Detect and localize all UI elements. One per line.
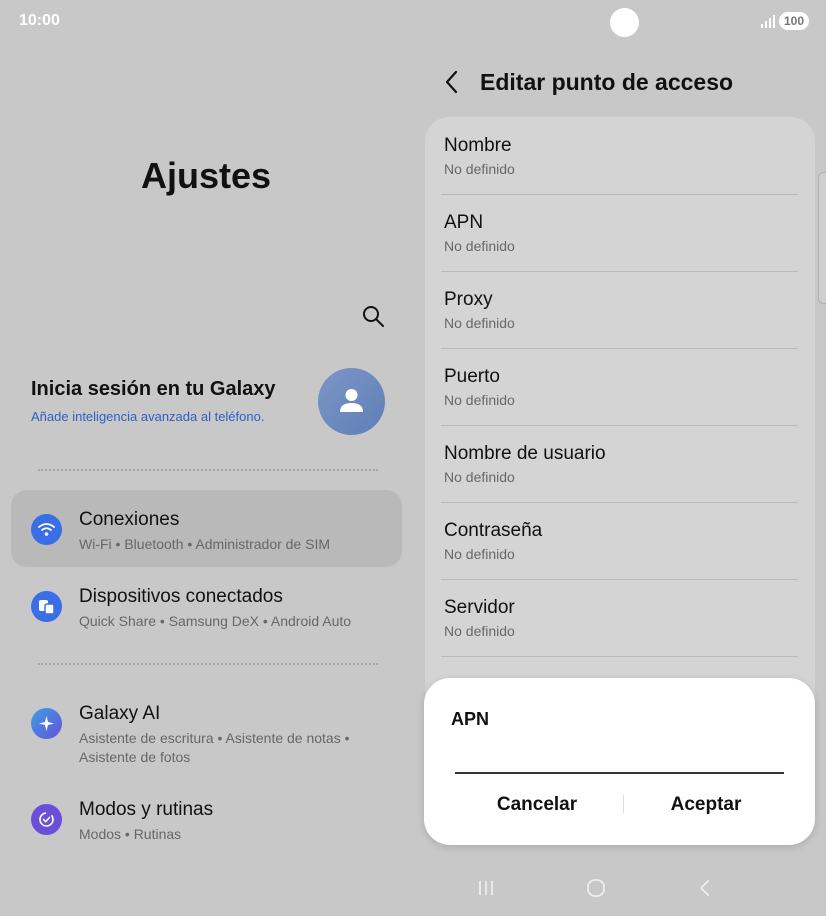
- check-circle-icon: [31, 804, 62, 835]
- field-value: No definido: [444, 392, 515, 408]
- nav-back-icon[interactable]: [697, 877, 713, 899]
- field-value: No definido: [444, 238, 515, 254]
- person-icon: [340, 389, 363, 412]
- field-row-nombre-de-usuario[interactable]: Nombre de usuario No definido: [425, 425, 815, 502]
- recent-apps-icon[interactable]: [477, 877, 495, 899]
- divider: [38, 663, 378, 665]
- field-label: Puerto: [444, 366, 500, 387]
- settings-item-subtitle: Quick Share • Samsung DeX • Android Auto: [79, 613, 352, 629]
- settings-item-subtitle: Modos • Rutinas: [79, 826, 182, 842]
- field-label: APN: [444, 212, 484, 233]
- apn-editor-title: Editar punto de acceso: [480, 69, 734, 95]
- apn-field-list: Nombre No definido APN No definido Proxy…: [425, 117, 815, 737]
- account-title: Inicia sesión en tu Galaxy: [31, 378, 276, 400]
- field-value: No definido: [444, 623, 515, 639]
- field-value: No definido: [444, 315, 515, 331]
- field-value: No definido: [444, 161, 515, 177]
- account-subtitle: Añade inteligencia avanzada al teléfono.: [31, 409, 265, 424]
- field-label: Contraseña: [444, 520, 543, 541]
- ok-button[interactable]: Aceptar: [621, 788, 791, 822]
- devices-icon: [31, 591, 62, 622]
- status-bar: 10:00 100: [0, 0, 826, 44]
- field-label: Nombre: [444, 135, 512, 156]
- field-label: Servidor: [444, 597, 515, 618]
- sparkle-icon: [31, 708, 62, 739]
- field-row-nombre[interactable]: Nombre No definido: [425, 117, 815, 194]
- apn-dialog: APN Cancelar Aceptar: [424, 678, 815, 845]
- apn-input[interactable]: [455, 740, 784, 774]
- field-row-puerto[interactable]: Puerto No definido: [425, 348, 815, 425]
- wifi-icon: [31, 514, 62, 545]
- settings-item-conexiones[interactable]: Conexiones Wi-Fi • Bluetooth • Administr…: [11, 490, 402, 567]
- divider: [38, 469, 378, 471]
- field-label: Nombre de usuario: [444, 443, 606, 464]
- home-icon[interactable]: [585, 877, 607, 899]
- dialog-title: APN: [451, 709, 490, 729]
- settings-item-subtitle: Wi-Fi • Bluetooth • Administrador de SIM: [79, 536, 331, 552]
- account-sign-in[interactable]: Inicia sesión en tu Galaxy Añade intelig…: [31, 368, 391, 436]
- settings-item-title: Galaxy AI: [79, 703, 161, 724]
- cancel-button[interactable]: Cancelar: [452, 788, 622, 822]
- camera-cutout: [610, 8, 639, 37]
- back-icon[interactable]: [440, 69, 464, 95]
- settings-item-galaxy-ai[interactable]: Galaxy AI Asistente de escritura • Asist…: [11, 684, 402, 780]
- page-title: Ajustes: [140, 155, 272, 196]
- field-row-proxy[interactable]: Proxy No definido: [425, 271, 815, 348]
- settings-item-title: Conexiones: [79, 509, 180, 530]
- settings-item-dispositivos-conectados[interactable]: Dispositivos conectados Quick Share • Sa…: [11, 567, 402, 644]
- settings-item-title: Modos y rutinas: [79, 799, 214, 820]
- row-divider: [441, 656, 798, 657]
- settings-item-title: Dispositivos conectados: [79, 586, 283, 607]
- field-label: Proxy: [444, 289, 493, 310]
- field-row-servidor[interactable]: Servidor No definido: [425, 579, 815, 656]
- field-value: No definido: [444, 546, 515, 562]
- field-row-contrasena[interactable]: Contraseña No definido: [425, 502, 815, 579]
- search-icon[interactable]: [361, 304, 385, 328]
- avatar: [318, 368, 385, 435]
- signal-icon: [761, 15, 775, 28]
- battery-icon: 100: [779, 12, 809, 30]
- settings-item-subtitle: Asistente de escritura • Asistente de no…: [79, 730, 350, 765]
- field-value: No definido: [444, 469, 515, 485]
- status-time: 10:00: [19, 12, 60, 29]
- field-row-apn[interactable]: APN No definido: [425, 194, 815, 271]
- settings-item-modos-y-rutinas[interactable]: Modos y rutinas Modos • Rutinas: [11, 780, 402, 857]
- scroll-handle[interactable]: [818, 172, 826, 304]
